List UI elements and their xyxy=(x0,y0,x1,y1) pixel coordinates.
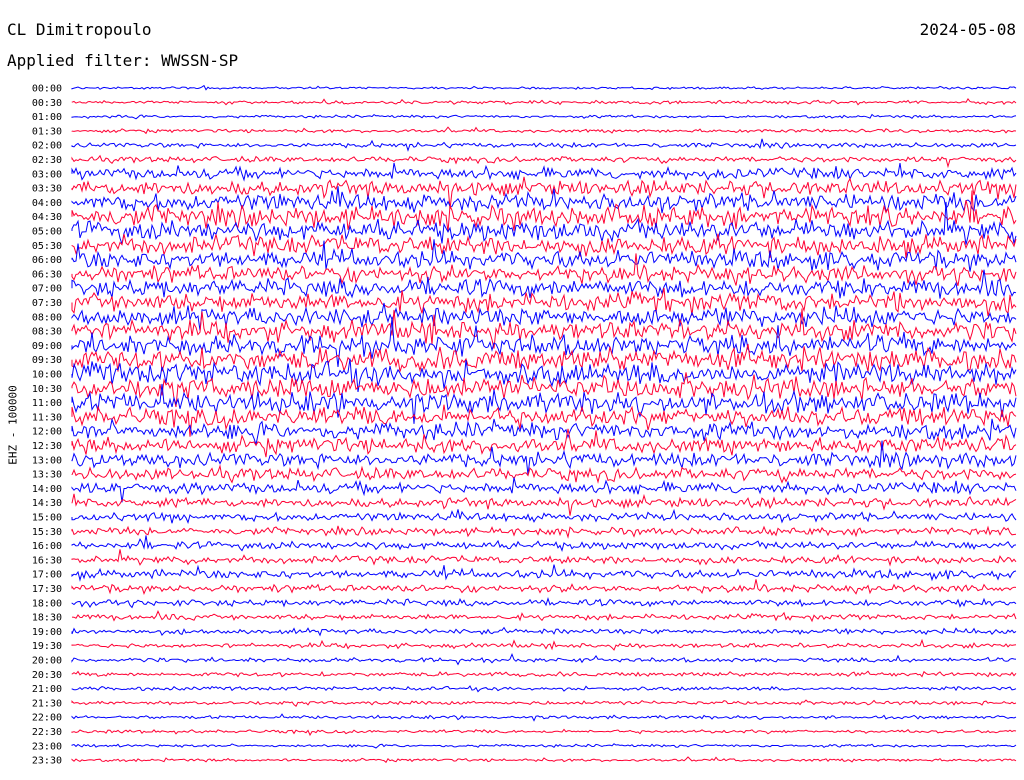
row-label-1300: 13:00 xyxy=(32,455,62,466)
row-label-0130: 01:30 xyxy=(32,126,62,137)
row-label-1000: 10:00 xyxy=(32,370,62,381)
row-label-2300: 23:00 xyxy=(32,741,62,752)
row-label-1700: 17:00 xyxy=(32,570,62,581)
row-label-1830: 18:30 xyxy=(32,613,62,624)
trace-row-1530 xyxy=(71,525,1017,539)
row-label-1500: 15:00 xyxy=(32,513,62,524)
trace-row-0030 xyxy=(71,98,1017,106)
trace-row-1900 xyxy=(71,626,1017,637)
row-label-1600: 16:00 xyxy=(32,541,62,552)
trace-row-0200 xyxy=(71,138,1017,152)
row-label-0000: 00:00 xyxy=(32,84,62,95)
row-label-1900: 19:00 xyxy=(32,627,62,638)
trace-row-2030 xyxy=(71,670,1017,678)
row-label-0100: 01:00 xyxy=(32,112,62,123)
trace-row-0230 xyxy=(71,154,1017,169)
row-label-1430: 14:30 xyxy=(32,498,62,509)
trace-row-2230 xyxy=(71,728,1017,737)
trace-row-2100 xyxy=(71,685,1017,693)
row-label-0730: 07:30 xyxy=(32,298,62,309)
trace-row-2300 xyxy=(71,743,1017,749)
row-label-2030: 20:30 xyxy=(32,670,62,681)
row-label-1730: 17:30 xyxy=(32,584,62,595)
trace-row-1200 xyxy=(71,417,1017,447)
trace-row-1630 xyxy=(71,549,1017,567)
trace-row-0530 xyxy=(71,233,1017,258)
row-label-0930: 09:30 xyxy=(32,355,62,366)
trace-row-0100 xyxy=(71,113,1017,120)
row-label-2100: 21:00 xyxy=(32,684,62,695)
trace-row-0400 xyxy=(71,186,1017,214)
row-label-1200: 12:00 xyxy=(32,427,62,438)
trace-row-0130 xyxy=(71,126,1017,135)
row-label-1400: 14:00 xyxy=(32,484,62,495)
row-labels: 00:00 00:30 01:00 01:30 02:00 02:30 03:00 03:30… xyxy=(32,84,62,767)
trace-row-1430 xyxy=(71,493,1017,516)
row-label-0330: 03:30 xyxy=(32,184,62,195)
trace-row-2200 xyxy=(71,713,1017,722)
row-label-1530: 15:30 xyxy=(32,527,62,538)
trace-row-1330 xyxy=(71,464,1017,484)
row-label-0430: 04:30 xyxy=(32,212,62,223)
trace-row-0300 xyxy=(71,162,1017,182)
row-label-0400: 04:00 xyxy=(32,198,62,209)
trace-rows xyxy=(71,84,1017,764)
row-label-0230: 02:30 xyxy=(32,155,62,166)
row-label-1130: 11:30 xyxy=(32,412,62,423)
row-label-0200: 02:00 xyxy=(32,141,62,152)
row-label-0030: 00:30 xyxy=(32,98,62,109)
row-label-0800: 08:00 xyxy=(32,312,62,323)
row-label-0630: 06:30 xyxy=(32,269,62,280)
row-label-0900: 09:00 xyxy=(32,341,62,352)
row-label-2330: 23:30 xyxy=(32,756,62,767)
trace-row-1700 xyxy=(71,564,1017,582)
row-label-1100: 11:00 xyxy=(32,398,62,409)
trace-row-0430 xyxy=(71,190,1017,233)
row-label-1030: 10:30 xyxy=(32,384,62,395)
trace-row-2130 xyxy=(71,699,1017,707)
trace-row-0330 xyxy=(71,176,1017,210)
row-label-0830: 08:30 xyxy=(32,327,62,338)
row-label-1330: 13:30 xyxy=(32,470,62,481)
row-label-2000: 20:00 xyxy=(32,656,62,667)
row-label-1230: 12:30 xyxy=(32,441,62,452)
row-label-1930: 19:30 xyxy=(32,641,62,652)
trace-row-1930 xyxy=(71,638,1017,651)
trace-row-2330 xyxy=(71,756,1017,764)
row-label-0530: 05:30 xyxy=(32,241,62,252)
trace-row-1130 xyxy=(71,404,1017,437)
row-label-0700: 07:00 xyxy=(32,284,62,295)
trace-row-1730 xyxy=(71,579,1017,596)
trace-row-2000 xyxy=(71,652,1017,666)
row-label-1630: 16:30 xyxy=(32,555,62,566)
row-label-0300: 03:00 xyxy=(32,169,62,180)
row-label-1800: 18:00 xyxy=(32,598,62,609)
row-label-2200: 22:00 xyxy=(32,713,62,724)
trace-row-1500 xyxy=(71,508,1017,525)
row-label-0500: 05:00 xyxy=(32,227,62,238)
trace-row-1830 xyxy=(71,610,1017,623)
trace-row-1400 xyxy=(71,477,1017,503)
helicorder-plot: 00:00 00:30 01:00 01:30 02:00 02:30 03:00 03:30… xyxy=(32,84,1017,767)
row-label-2130: 21:30 xyxy=(32,698,62,709)
row-label-2230: 22:30 xyxy=(32,727,62,738)
trace-row-1230 xyxy=(71,428,1017,458)
trace-row-1800 xyxy=(71,596,1017,609)
trace-row-0000 xyxy=(71,84,1017,91)
row-label-0600: 06:00 xyxy=(32,255,62,266)
trace-row-1600 xyxy=(71,535,1017,552)
